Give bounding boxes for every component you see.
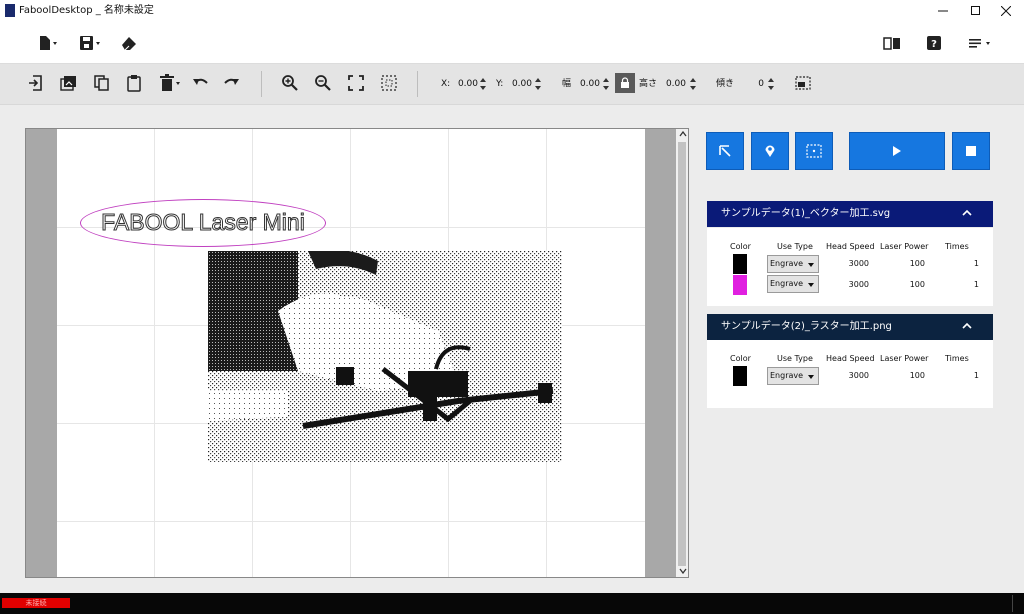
eraser-icon[interactable]: [118, 32, 140, 54]
redo-icon[interactable]: [221, 72, 243, 94]
connection-status-badge: 未接続: [2, 598, 70, 608]
delete-icon[interactable]: [158, 72, 184, 94]
photo-image[interactable]: [208, 251, 562, 462]
scroll-down-icon[interactable]: [679, 568, 687, 574]
layer-name: サンプルデータ(1)_ベクター加工.svg: [721, 208, 891, 219]
width-label: 幅: [562, 79, 572, 89]
use-type-select[interactable]: Engrave: [767, 367, 819, 385]
width-input[interactable]: 0.00: [574, 79, 600, 89]
image-icon[interactable]: [58, 72, 80, 94]
y-input[interactable]: 0.00: [506, 79, 532, 89]
zoom-in-icon[interactable]: [279, 72, 301, 94]
layer-settings-panel: Color Use Type Head Speed Laser Power Ti…: [707, 228, 993, 306]
frame-button[interactable]: [795, 132, 833, 170]
scrollbar-thumb[interactable]: [678, 142, 686, 566]
angle-label: 傾き: [716, 79, 735, 89]
minimize-icon[interactable]: [928, 0, 958, 22]
height-label: 高さ: [639, 79, 658, 89]
layer-settings-panel: Color Use Type Head Speed Laser Power Ti…: [707, 340, 993, 408]
window-title: FaboolDesktop _ 名称未設定: [19, 5, 154, 16]
stop-icon: [966, 146, 976, 156]
zoom-out-icon[interactable]: [312, 72, 334, 94]
y-label: Y:: [496, 79, 504, 89]
svg-text:?: ?: [931, 39, 937, 50]
close-icon[interactable]: [991, 0, 1021, 22]
layer-header[interactable]: サンプルデータ(2)_ラスター加工.png: [707, 314, 993, 340]
toolbar-separator: [417, 71, 418, 97]
scroll-up-icon[interactable]: [679, 131, 687, 137]
start-button[interactable]: [849, 132, 945, 170]
column-header: Head Speed: [826, 242, 875, 251]
help-icon[interactable]: ?: [923, 32, 945, 54]
x-label: X:: [441, 79, 451, 89]
times-value[interactable]: 1: [957, 280, 979, 290]
lock-icon[interactable]: [615, 73, 635, 93]
grid-line: [57, 521, 645, 522]
app-icon: [5, 4, 15, 17]
layer-name: サンプルデータ(2)_ラスター加工.png: [721, 321, 892, 332]
collapse-icon[interactable]: [962, 322, 972, 330]
head-speed-value[interactable]: 3000: [827, 280, 869, 290]
head-speed-value[interactable]: 3000: [827, 259, 869, 269]
x-spinner-icon[interactable]: [480, 77, 486, 91]
angle-input[interactable]: 0: [740, 79, 764, 89]
origin-icon: [719, 145, 731, 157]
column-header: Head Speed: [826, 354, 875, 363]
status-divider: [1012, 595, 1021, 612]
column-header: Laser Power: [880, 242, 929, 251]
grid-line: [154, 129, 155, 577]
location-pin-icon: [765, 145, 775, 157]
width-spinner-icon[interactable]: [603, 77, 609, 91]
x-input[interactable]: 0.00: [452, 79, 478, 89]
play-icon: [893, 146, 901, 156]
color-swatch[interactable]: [733, 254, 747, 274]
laser-power-value[interactable]: 100: [887, 371, 925, 381]
times-value[interactable]: 1: [957, 371, 979, 381]
column-header: Laser Power: [880, 354, 929, 363]
color-swatch[interactable]: [733, 366, 747, 386]
location-button[interactable]: [751, 132, 789, 170]
head-speed-value[interactable]: 3000: [827, 371, 869, 381]
use-type-select[interactable]: Engrave: [767, 255, 819, 273]
times-value[interactable]: 1: [957, 259, 979, 269]
save-icon[interactable]: [78, 32, 100, 54]
column-header: Times: [945, 354, 969, 363]
new-file-icon[interactable]: [36, 32, 58, 54]
height-spinner-icon[interactable]: [690, 77, 696, 91]
toolbar-separator: [261, 71, 262, 97]
column-header: Color: [730, 242, 751, 251]
status-bar: [0, 593, 1024, 614]
use-type-select[interactable]: Engrave: [767, 275, 819, 293]
maximize-icon[interactable]: [961, 0, 991, 22]
laser-power-value[interactable]: 100: [887, 280, 925, 290]
column-header: Color: [730, 354, 751, 363]
image-settings-icon[interactable]: [792, 72, 814, 94]
y-spinner-icon[interactable]: [535, 77, 541, 91]
laser-power-value[interactable]: 100: [887, 259, 925, 269]
fit-icon[interactable]: [345, 72, 367, 94]
import-icon[interactable]: [25, 72, 47, 94]
column-header: Use Type: [777, 242, 813, 251]
select-area-icon[interactable]: [378, 72, 400, 94]
height-input[interactable]: 0.00: [660, 79, 686, 89]
angle-spinner-icon[interactable]: [768, 77, 774, 91]
copy-icon[interactable]: [91, 72, 113, 94]
main-toolbar: [0, 22, 1024, 64]
paste-icon[interactable]: [123, 72, 145, 94]
column-header: Times: [945, 242, 969, 251]
stop-button[interactable]: [952, 132, 990, 170]
undo-icon[interactable]: [189, 72, 211, 94]
menu-icon[interactable]: [966, 32, 994, 54]
origin-button[interactable]: [706, 132, 744, 170]
frame-icon: [806, 144, 822, 158]
vector-text-object[interactable]: FABOOL Laser Mini: [80, 207, 326, 237]
book-icon[interactable]: [881, 32, 903, 54]
layer-header[interactable]: サンプルデータ(1)_ベクター加工.svg: [707, 201, 993, 227]
column-header: Use Type: [777, 354, 813, 363]
color-swatch[interactable]: [733, 275, 747, 295]
collapse-icon[interactable]: [962, 209, 972, 217]
